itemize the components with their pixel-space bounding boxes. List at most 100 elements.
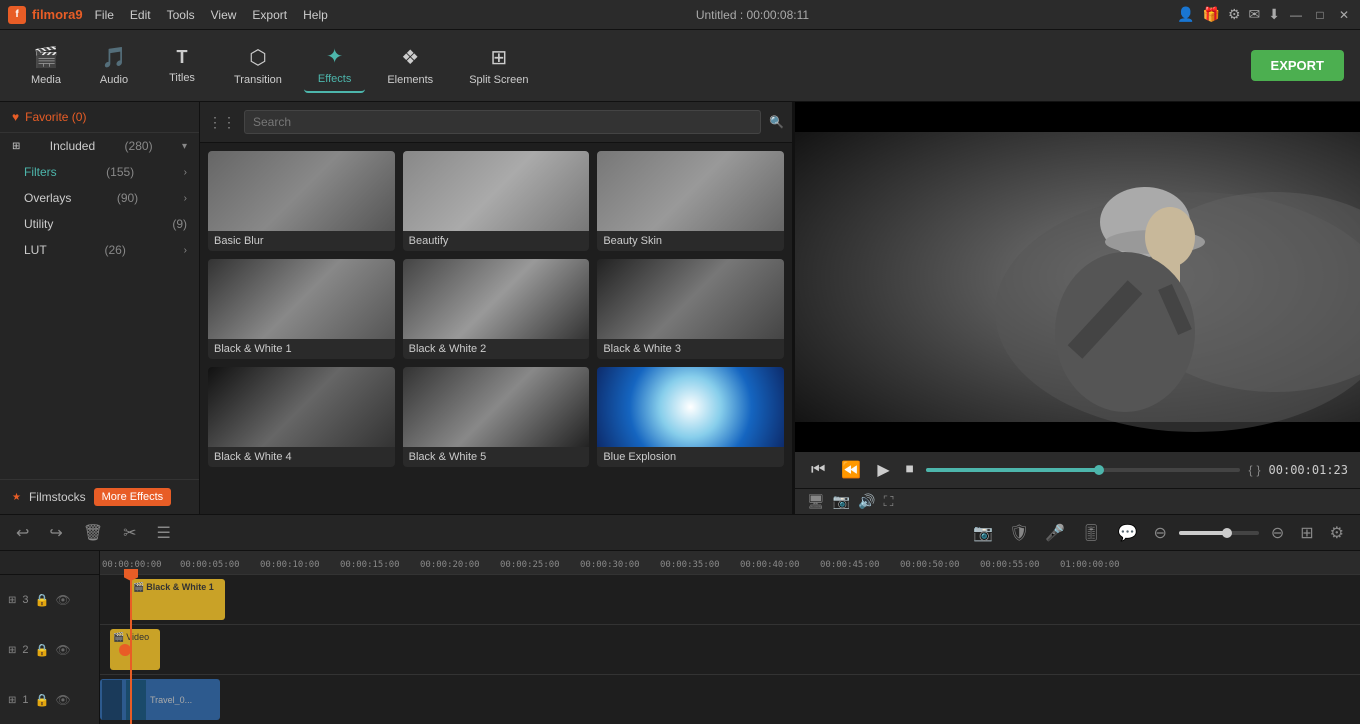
effect-label-beautify: Beautify — [403, 231, 590, 251]
ruler: 00:00:00:00 00:00:05:00 00:00:10:00 00:0… — [100, 551, 1360, 575]
audio-mix-icon[interactable]: 🎚 — [1077, 521, 1105, 545]
elements-label: Elements — [387, 74, 433, 86]
track3-lock-icon[interactable]: 🔒 — [35, 593, 50, 607]
effect-item-blue-explosion[interactable]: Blue Explosion — [597, 367, 784, 467]
utility-count: (9) — [172, 217, 187, 231]
track3-eye-icon[interactable]: 👁 — [55, 593, 70, 607]
toolbar-media[interactable]: 🎬 Media — [16, 39, 76, 92]
close-button[interactable]: ✕ — [1336, 7, 1352, 23]
effect-item-bw1[interactable]: Black & White 1 — [208, 259, 395, 359]
delete-button[interactable]: 🗑 — [79, 521, 107, 545]
preview-video — [795, 102, 1360, 452]
toolbar-splitscreen[interactable]: ⊞ Split Screen — [455, 39, 542, 92]
toolbar-titles[interactable]: T Titles — [152, 41, 212, 90]
stop-button[interactable]: ⏹ — [902, 459, 918, 481]
group-overlays[interactable]: Overlays (90) › — [0, 185, 199, 211]
export-button[interactable]: EXPORT — [1251, 50, 1344, 81]
clip-thumbnail — [102, 680, 122, 720]
menu-view[interactable]: View — [211, 8, 237, 22]
menu-export[interactable]: Export — [252, 8, 287, 22]
preview-image — [795, 102, 1360, 452]
progress-bar[interactable] — [926, 468, 1241, 472]
skip-back-button[interactable]: ⏮ — [807, 459, 829, 481]
list-button[interactable]: ☰ — [153, 521, 175, 545]
effect-item-bw2[interactable]: Black & White 2 — [403, 259, 590, 359]
track1-eye-icon[interactable]: 👁 — [55, 693, 70, 707]
effect-item-basic-blur[interactable]: Basic Blur — [208, 151, 395, 251]
motion-icon[interactable]: ⊖ — [1149, 521, 1170, 545]
group-utility[interactable]: Utility (9) — [0, 211, 199, 237]
track2-grid-icon: ⊞ — [8, 645, 16, 656]
splitscreen-label: Split Screen — [469, 74, 528, 86]
track2-lock-icon[interactable]: 🔒 — [35, 643, 50, 657]
mic-icon[interactable]: 🎤 — [1041, 521, 1069, 545]
message-icon[interactable]: ✉ — [1249, 6, 1261, 23]
zoom-out-icon[interactable]: ⊖ — [1267, 521, 1288, 545]
main-clip[interactable]: Travel_0... — [100, 679, 220, 720]
menu-help[interactable]: Help — [303, 8, 328, 22]
volume-icon[interactable]: 🔊 — [858, 493, 875, 510]
subtitle-icon[interactable]: 💬 — [1114, 521, 1142, 545]
user-icon[interactable]: 👤 — [1177, 6, 1194, 23]
effect-clip-bw1[interactable]: 🎬 Black & White 1 — [130, 579, 225, 620]
more-effects-button[interactable]: More Effects — [94, 488, 172, 506]
group-included[interactable]: ⊞ Included (280) ▾ — [0, 133, 199, 159]
effect-item-bw3[interactable]: Black & White 3 — [597, 259, 784, 359]
effects-panel: ⋮⋮ 🔍 Basic Blur Beautify Beauty Skin Bla… — [200, 102, 792, 514]
toolbar-transition[interactable]: ⬡ Transition — [220, 39, 296, 92]
monitor-icon[interactable]: 🖥 — [807, 493, 825, 510]
effect-item-beauty-skin[interactable]: Beauty Skin — [597, 151, 784, 251]
menu-edit[interactable]: Edit — [130, 8, 151, 22]
app-name: filmora9 — [32, 7, 83, 22]
cut-button[interactable]: ✂ — [119, 521, 140, 545]
effect-item-bw4[interactable]: Black & White 4 — [208, 367, 395, 467]
minimize-button[interactable]: — — [1288, 7, 1304, 23]
effect-item-beautify[interactable]: Beautify — [403, 151, 590, 251]
effect-label-bw4: Black & White 4 — [208, 447, 395, 467]
redo-button[interactable]: ↪ — [45, 521, 66, 545]
timecode-display: 00:00:01:23 — [1269, 463, 1348, 477]
toolbar-effects[interactable]: ✦ Effects — [304, 38, 365, 93]
video-clip[interactable]: 🎬 Video — [110, 629, 160, 670]
camera-track-icon[interactable]: 📷 — [969, 521, 997, 545]
track2-eye-icon[interactable]: 👁 — [55, 643, 70, 657]
bracket-left-button[interactable]: { — [1248, 463, 1252, 477]
maximize-button[interactable]: □ — [1312, 7, 1328, 23]
grid-toggle-icon[interactable]: ⋮⋮ — [208, 114, 236, 131]
camera-icon[interactable]: 📷 — [833, 493, 850, 510]
main-area: ♥ Favorite (0) ⊞ Included (280) ▾ Filter… — [0, 102, 1360, 514]
settings-icon[interactable]: ⚙ — [1228, 6, 1241, 23]
toolbar-audio[interactable]: 🎵 Audio — [84, 39, 144, 92]
download-icon[interactable]: ⬇ — [1268, 6, 1280, 23]
shield-icon[interactable]: 🛡 — [1005, 521, 1033, 545]
effect-label-blue-explosion: Blue Explosion — [597, 447, 784, 467]
group-lut[interactable]: LUT (26) › — [0, 237, 199, 263]
track1-grid-icon: ⊞ — [8, 695, 16, 706]
undo-button[interactable]: ↩ — [12, 521, 33, 545]
toolbar-elements[interactable]: ❖ Elements — [373, 39, 447, 92]
bracket-right-button[interactable]: } — [1257, 463, 1261, 477]
play-button[interactable]: ▶ — [873, 458, 893, 482]
effect-item-bw5[interactable]: Black & White 5 — [403, 367, 590, 467]
timeline-ruler: 00:00:00:00 00:00:05:00 00:00:10:00 00:0… — [100, 551, 1360, 724]
split-view-icon[interactable]: ⊞ — [1296, 521, 1317, 545]
timeline-toolbar: ↩ ↪ 🗑 ✂ ☰ 📷 🛡 🎤 🎚 💬 ⊖ ⊖ ⊞ ⚙ — [0, 515, 1360, 551]
search-input[interactable] — [244, 110, 761, 134]
fullscreen-icon[interactable]: ⛶ — [884, 493, 894, 510]
rewind-button[interactable]: ⏪ — [837, 458, 865, 482]
menu-file[interactable]: File — [95, 8, 114, 22]
titles-label: Titles — [169, 72, 195, 84]
overlays-label: Overlays — [24, 191, 71, 205]
group-filters[interactable]: Filters (155) › — [0, 159, 199, 185]
track1-lock-icon[interactable]: 🔒 — [35, 693, 50, 707]
filmstocks-section[interactable]: ★ Filmstocks More Effects — [0, 479, 199, 514]
search-icon[interactable]: 🔍 — [769, 115, 784, 129]
favorite-button[interactable]: ♥ Favorite (0) — [0, 102, 199, 133]
menu-tools[interactable]: Tools — [167, 8, 195, 22]
toolbar: 🎬 Media 🎵 Audio T Titles ⬡ Transition ✦ … — [0, 30, 1360, 102]
tracks-labels: ⊞ 3 🔒 👁 ⊞ 2 🔒 👁 ⊞ 1 🔒 👁 — [0, 551, 100, 724]
gift-icon[interactable]: 🎁 — [1203, 6, 1220, 23]
track3-label: ⊞ 3 🔒 👁 — [0, 575, 100, 625]
playhead[interactable] — [130, 575, 132, 724]
settings2-icon[interactable]: ⚙ — [1326, 521, 1348, 545]
